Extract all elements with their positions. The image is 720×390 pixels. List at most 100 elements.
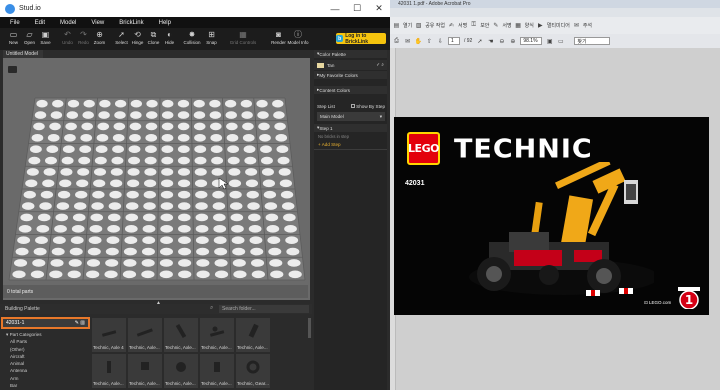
model-tab[interactable]: Untitled Model bbox=[3, 50, 43, 58]
category-item[interactable]: Aircraft bbox=[3, 353, 85, 360]
bricklink-login-button[interactable]: b Log in to BrickLink bbox=[336, 33, 386, 45]
menu-model[interactable]: Model bbox=[60, 20, 76, 26]
zoom-button[interactable]: ⊕ Zoom bbox=[92, 31, 107, 46]
part-tile[interactable]: Technic, Axle... bbox=[164, 354, 198, 388]
new-file-icon: ▭ bbox=[9, 30, 18, 39]
multimedia-icon[interactable]: ▶ bbox=[537, 22, 544, 29]
toolbar-security[interactable]: 보안 bbox=[480, 22, 489, 29]
part-tile[interactable]: Technic, Axle... bbox=[92, 354, 126, 388]
category-item[interactable]: All Parts bbox=[3, 338, 85, 345]
maximize-button[interactable]: ☐ bbox=[346, 0, 368, 17]
toolbar-open[interactable]: 열기 bbox=[403, 22, 412, 29]
color-tools-icons[interactable]: ✓ ⌕ bbox=[376, 62, 384, 68]
stud bbox=[265, 213, 279, 222]
grid-controls-button[interactable]: ▦ Grid Controls bbox=[226, 31, 260, 46]
open-button[interactable]: ▱ Open bbox=[22, 31, 37, 46]
selected-color-row[interactable]: Tan ✓ ⌕ bbox=[314, 60, 387, 70]
set-selector[interactable]: 42031-1 ✎ ▥ bbox=[1, 317, 90, 329]
close-button[interactable]: ✕ bbox=[368, 0, 390, 17]
signature-icon[interactable]: ✎ bbox=[492, 22, 499, 29]
find-input[interactable]: 찾기 bbox=[574, 37, 611, 45]
form-icon[interactable]: ▦ bbox=[515, 22, 522, 29]
part-tile[interactable]: Technic, Axle... bbox=[128, 318, 162, 352]
part-tile[interactable]: Technic, Axle... bbox=[200, 354, 234, 388]
lego-website: ⊡ LEGO.com bbox=[644, 300, 671, 306]
snap-button[interactable]: ⊞ Snap bbox=[204, 31, 219, 46]
toolbar-form[interactable]: 양식 bbox=[525, 22, 534, 29]
toolbar-comment[interactable]: 주석 bbox=[583, 22, 592, 29]
redo-button[interactable]: ↷ Redo bbox=[76, 31, 91, 46]
mail-icon[interactable]: ✉ bbox=[404, 38, 411, 45]
viewport-menu-icon[interactable] bbox=[8, 66, 17, 73]
fit-width-icon[interactable]: ▭ bbox=[557, 38, 564, 45]
part-tile[interactable]: Technic, Gear... bbox=[236, 354, 270, 388]
category-item[interactable]: (Other) bbox=[3, 346, 85, 353]
save-button[interactable]: ▣ Save bbox=[38, 31, 53, 46]
page-number-input[interactable]: 1 bbox=[448, 37, 460, 45]
print-icon[interactable]: ⎙ bbox=[393, 38, 400, 45]
part-tile[interactable]: Technic, Axle... bbox=[128, 354, 162, 388]
menu-bricklink[interactable]: BrickLink bbox=[119, 20, 143, 26]
minimize-button[interactable]: — bbox=[324, 0, 346, 17]
render-button[interactable]: ◙ Render bbox=[271, 31, 286, 46]
show-by-step-toggle[interactable]: Show By Step bbox=[351, 103, 385, 109]
edit-delete-icons[interactable]: ✎ ▥ bbox=[75, 320, 85, 326]
toolbar-sign[interactable]: 서명 bbox=[458, 22, 467, 29]
palette-search-input[interactable]: Search folder... bbox=[219, 305, 309, 313]
zoom-level-input[interactable]: 98.1% bbox=[520, 37, 543, 45]
toolbar-signature[interactable]: 서명 bbox=[502, 22, 511, 29]
fit-page-icon[interactable]: ▣ bbox=[546, 38, 553, 45]
zoom-in-icon[interactable]: ⊕ bbox=[509, 38, 516, 45]
share-icon[interactable]: ▧ bbox=[415, 22, 422, 29]
menu-help[interactable]: Help bbox=[159, 20, 171, 26]
menu-file[interactable]: File bbox=[10, 20, 20, 26]
select-button[interactable]: ➚ Select bbox=[114, 31, 129, 46]
main-model-select[interactable]: Main Model ▾ bbox=[317, 112, 385, 121]
page-down-icon[interactable]: ⇩ bbox=[437, 38, 444, 45]
checkbox[interactable] bbox=[351, 103, 356, 108]
hide-button[interactable]: ◐ Hide bbox=[162, 31, 177, 46]
category-item[interactable]: Animal bbox=[3, 360, 85, 367]
undo-button[interactable]: ↶ Undo bbox=[60, 31, 75, 46]
part-tile[interactable]: Technic, Axle... bbox=[164, 318, 198, 352]
collision-button[interactable]: ✸ Collision bbox=[181, 31, 203, 46]
content-colors-header[interactable]: ▸ Content Colors bbox=[314, 86, 387, 94]
category-item[interactable]: Arm bbox=[3, 375, 85, 382]
hinge-button[interactable]: ⟲ Hinge bbox=[130, 31, 145, 46]
toolbar-share[interactable]: 공유 작업 bbox=[425, 22, 445, 29]
stud bbox=[193, 111, 206, 119]
hand-tool-icon[interactable]: ☚ bbox=[487, 38, 494, 45]
part-tile[interactable]: Technic, Axle 4 bbox=[92, 318, 126, 352]
model-info-button[interactable]: ⓘ Model Info bbox=[287, 31, 309, 46]
part-tile[interactable]: Technic, Axle... bbox=[200, 318, 234, 352]
security-icon[interactable]: ⚿ bbox=[470, 22, 477, 29]
favorite-colors-header[interactable]: ▸ My Favorite Colors bbox=[314, 71, 387, 79]
3d-viewport[interactable] bbox=[3, 58, 310, 300]
pdf-page[interactable]: LEGO TECHNIC 42031 ⊡ LEGO.com 1 bbox=[394, 117, 709, 315]
technic-title: TECHNIC bbox=[454, 134, 593, 165]
open-icon[interactable]: ▤ bbox=[393, 22, 400, 29]
color-palette-header[interactable]: ▾ Color Palette bbox=[314, 50, 387, 58]
category-item[interactable]: Antenna bbox=[3, 367, 85, 374]
stud bbox=[280, 190, 294, 199]
part-tile[interactable]: Technic, Axle... bbox=[236, 318, 270, 352]
step-list-tab[interactable]: Step List bbox=[317, 104, 335, 109]
zoom-out-icon[interactable]: ⊖ bbox=[498, 38, 505, 45]
page-up-icon[interactable]: ⇧ bbox=[426, 38, 433, 45]
hand-icon[interactable]: ✋ bbox=[415, 38, 422, 45]
category-item[interactable]: Bar bbox=[3, 382, 85, 389]
pointer-icon[interactable]: ➚ bbox=[476, 38, 483, 45]
comment-icon[interactable]: ✉ bbox=[573, 22, 580, 29]
palette-scrollbar[interactable] bbox=[308, 318, 311, 338]
menu-edit[interactable]: Edit bbox=[35, 20, 45, 26]
clone-button[interactable]: ⧉ Clone bbox=[146, 31, 161, 46]
new-button[interactable]: ▭ New bbox=[6, 30, 21, 46]
toolbar-multimedia[interactable]: 멀티미디어 bbox=[547, 22, 570, 29]
acrobat-title: 42031 1.pdf - Adobe Acrobat Pro bbox=[390, 0, 720, 8]
add-step-button[interactable]: + Add Step bbox=[318, 142, 341, 147]
stud bbox=[124, 224, 138, 233]
categories-header[interactable]: ▾ Part Categories bbox=[3, 331, 85, 338]
step-1-header[interactable]: ▾ Step 1 bbox=[314, 124, 387, 132]
menu-view[interactable]: View bbox=[91, 20, 104, 26]
sign-icon[interactable]: ✍ bbox=[448, 22, 455, 29]
